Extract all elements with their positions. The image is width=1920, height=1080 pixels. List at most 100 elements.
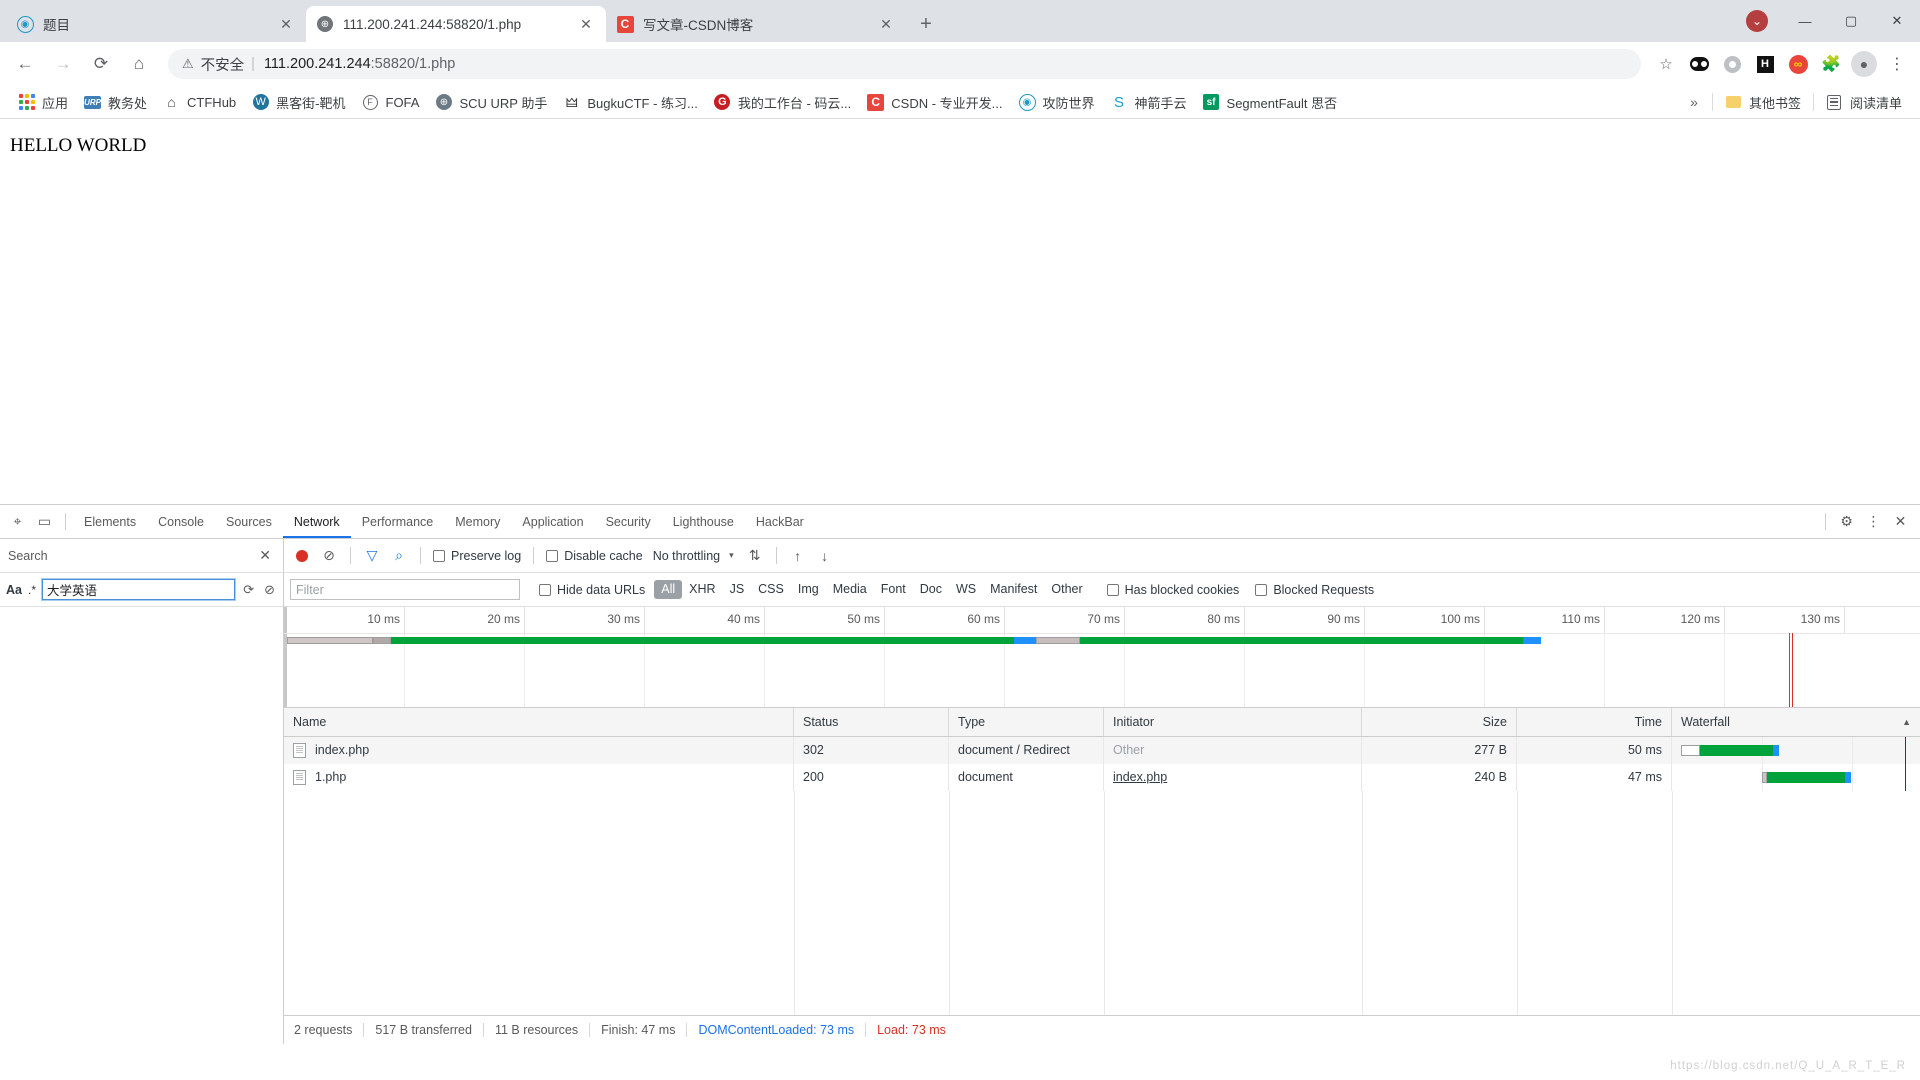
minimize-button[interactable]: — bbox=[1782, 0, 1828, 42]
bookmark-ctfhub[interactable]: ⌂ CTFHub bbox=[155, 89, 244, 115]
search-close-icon[interactable]: ✕ bbox=[255, 547, 275, 564]
tab-close-icon[interactable]: ✕ bbox=[276, 14, 296, 34]
close-window-button[interactable]: ✕ bbox=[1874, 0, 1920, 42]
regex-toggle[interactable]: .* bbox=[28, 583, 36, 597]
profile-avatar-icon[interactable]: ● bbox=[1849, 49, 1879, 79]
maximize-button[interactable]: ▢ bbox=[1828, 0, 1874, 42]
bookmark-bugkuctf[interactable]: 🜲 BugkuCTF - 练习... bbox=[555, 89, 706, 115]
sort-indicator-icon[interactable]: ▲ bbox=[1902, 708, 1911, 736]
search-icon[interactable]: ⌕ bbox=[387, 544, 411, 568]
type-filter-font[interactable]: Font bbox=[874, 580, 913, 599]
disable-cache-checkbox[interactable]: Disable cache bbox=[543, 549, 646, 563]
infinity-icon[interactable]: ∞ bbox=[1783, 49, 1813, 79]
devtools-tab-hackbar[interactable]: HackBar bbox=[745, 506, 815, 538]
type-filter-css[interactable]: CSS bbox=[751, 580, 791, 599]
clear-network-icon[interactable]: ⊘ bbox=[317, 544, 341, 568]
table-row[interactable]: index.php 302 document / Redirect Other … bbox=[284, 737, 1920, 764]
type-filter-ws[interactable]: WS bbox=[949, 580, 983, 599]
browser-tab-0[interactable]: ◉ 题目 ✕ bbox=[6, 6, 306, 42]
chevron-down-icon[interactable]: ▾ bbox=[723, 550, 740, 561]
three-dot-menu-icon[interactable]: ⋮ bbox=[1882, 49, 1912, 79]
update-badge-icon[interactable]: ⌄ bbox=[1746, 10, 1768, 32]
column-header-time[interactable]: Time bbox=[1517, 708, 1672, 736]
checkbox-box bbox=[546, 550, 558, 562]
devtools-tab-network[interactable]: Network bbox=[283, 506, 351, 538]
type-filter-img[interactable]: Img bbox=[791, 580, 826, 599]
throttling-select[interactable]: No throttling bbox=[649, 549, 720, 563]
bookmark-reading-list[interactable]: 阅读清单 bbox=[1818, 89, 1910, 115]
clear-icon[interactable]: ⊘ bbox=[262, 582, 277, 598]
close-devtools-icon[interactable]: ✕ bbox=[1887, 508, 1914, 535]
device-toolbar-icon[interactable]: ▭ bbox=[31, 508, 58, 535]
bookmark-shenjianshou[interactable]: S 神箭手云 bbox=[1103, 89, 1195, 115]
inspect-element-icon[interactable]: ⌖ bbox=[4, 508, 31, 535]
column-header-status[interactable]: Status bbox=[794, 708, 949, 736]
filter-icon[interactable]: ▽ bbox=[360, 544, 384, 568]
import-har-icon[interactable]: ↑ bbox=[786, 544, 810, 568]
lastpass-icon[interactable] bbox=[1684, 49, 1714, 79]
network-overview-timeline[interactable]: 10 ms 20 ms 30 ms 40 ms 50 ms 60 ms 70 m… bbox=[284, 607, 1920, 708]
browser-tab-1[interactable]: ⊕ 111.200.241.244:58820/1.php ✕ bbox=[306, 6, 606, 42]
bookmark-segmentfault[interactable]: sf SegmentFault 思否 bbox=[1195, 89, 1346, 115]
devtools-tab-memory[interactable]: Memory bbox=[444, 506, 511, 538]
refresh-icon[interactable]: ⟳ bbox=[241, 582, 256, 598]
table-row[interactable]: 1.php 200 document index.php 240 B 47 ms bbox=[284, 764, 1920, 791]
new-tab-button[interactable]: + bbox=[912, 10, 940, 38]
back-button[interactable]: ← bbox=[8, 47, 42, 81]
column-header-initiator[interactable]: Initiator bbox=[1104, 708, 1362, 736]
tab-close-icon[interactable]: ✕ bbox=[876, 14, 896, 34]
hide-data-urls-checkbox[interactable]: Hide data URLs bbox=[536, 583, 648, 597]
reload-button[interactable]: ⟳ bbox=[84, 47, 118, 81]
devtools-tab-lighthouse[interactable]: Lighthouse bbox=[662, 506, 745, 538]
bookmark-other-folder[interactable]: 其他书签 bbox=[1717, 89, 1809, 115]
preserve-log-checkbox[interactable]: Preserve log bbox=[430, 549, 524, 563]
has-blocked-cookies-checkbox[interactable]: Has blocked cookies bbox=[1104, 583, 1243, 597]
home-button[interactable]: ⌂ bbox=[122, 47, 156, 81]
puzzle-icon[interactable]: 🧩 bbox=[1816, 49, 1846, 79]
bookmark-fofa[interactable]: F FOFA bbox=[354, 89, 428, 115]
column-header-name[interactable]: Name bbox=[284, 708, 794, 736]
request-initiator-link[interactable]: index.php bbox=[1113, 764, 1167, 791]
forward-button[interactable]: → bbox=[46, 47, 80, 81]
bookmark-gitee[interactable]: G 我的工作台 - 码云... bbox=[706, 89, 859, 115]
search-input[interactable] bbox=[42, 579, 235, 600]
address-bar[interactable]: ⚠ 不安全 | 111.200.241.244:58820/1.php bbox=[168, 49, 1641, 79]
tab-close-icon[interactable]: ✕ bbox=[576, 14, 596, 34]
more-vertical-icon[interactable]: ⋮ bbox=[1860, 508, 1887, 535]
bookmarks-overflow-chevron[interactable]: » bbox=[1680, 94, 1708, 110]
hackbar-icon[interactable]: H bbox=[1750, 49, 1780, 79]
export-har-icon[interactable]: ↓ bbox=[813, 544, 837, 568]
type-filter-doc[interactable]: Doc bbox=[913, 580, 949, 599]
browser-tab-2[interactable]: C 写文章-CSDN博客 ✕ bbox=[606, 6, 906, 42]
bookmark-xctf[interactable]: ◉ 攻防世界 bbox=[1011, 89, 1103, 115]
devtools-tab-performance[interactable]: Performance bbox=[351, 506, 445, 538]
bookmark-jiaowuchu[interactable]: URP 教务处 bbox=[76, 89, 155, 115]
bookmark-heikejie[interactable]: W 黑客街-靶机 bbox=[244, 89, 353, 115]
blocked-requests-checkbox[interactable]: Blocked Requests bbox=[1252, 583, 1377, 597]
bookmark-star-icon[interactable]: ☆ bbox=[1651, 49, 1681, 79]
type-filter-media[interactable]: Media bbox=[826, 580, 874, 599]
match-case-toggle[interactable]: Aa bbox=[6, 583, 22, 597]
bookmark-apps[interactable]: 应用 bbox=[10, 89, 76, 115]
record-icon[interactable] bbox=[290, 544, 314, 568]
bookmark-scu-urp[interactable]: ⊕ SCU URP 助手 bbox=[427, 89, 555, 115]
devtools-tab-security[interactable]: Security bbox=[595, 506, 662, 538]
type-filter-js[interactable]: JS bbox=[723, 580, 752, 599]
checkbox-box bbox=[539, 584, 551, 596]
devtools-tab-sources[interactable]: Sources bbox=[215, 506, 283, 538]
bookmark-csdn[interactable]: C CSDN - 专业开发... bbox=[859, 89, 1010, 115]
devtools-tab-application[interactable]: Application bbox=[511, 506, 594, 538]
type-filter-xhr[interactable]: XHR bbox=[682, 580, 722, 599]
type-filter-manifest[interactable]: Manifest bbox=[983, 580, 1044, 599]
devtools-tab-console[interactable]: Console bbox=[147, 506, 215, 538]
ring-icon[interactable] bbox=[1717, 49, 1747, 79]
devtools-tab-elements[interactable]: Elements bbox=[73, 506, 147, 538]
type-filter-all[interactable]: All bbox=[654, 580, 682, 599]
column-header-waterfall[interactable]: Waterfall bbox=[1681, 708, 1730, 736]
column-header-size[interactable]: Size bbox=[1362, 708, 1517, 736]
settings-gear-icon[interactable]: ⚙ bbox=[1833, 508, 1860, 535]
type-filter-other[interactable]: Other bbox=[1044, 580, 1089, 599]
column-header-type[interactable]: Type bbox=[949, 708, 1104, 736]
filter-input[interactable]: Filter bbox=[290, 579, 520, 600]
network-conditions-icon[interactable]: ⇅ bbox=[743, 544, 767, 568]
